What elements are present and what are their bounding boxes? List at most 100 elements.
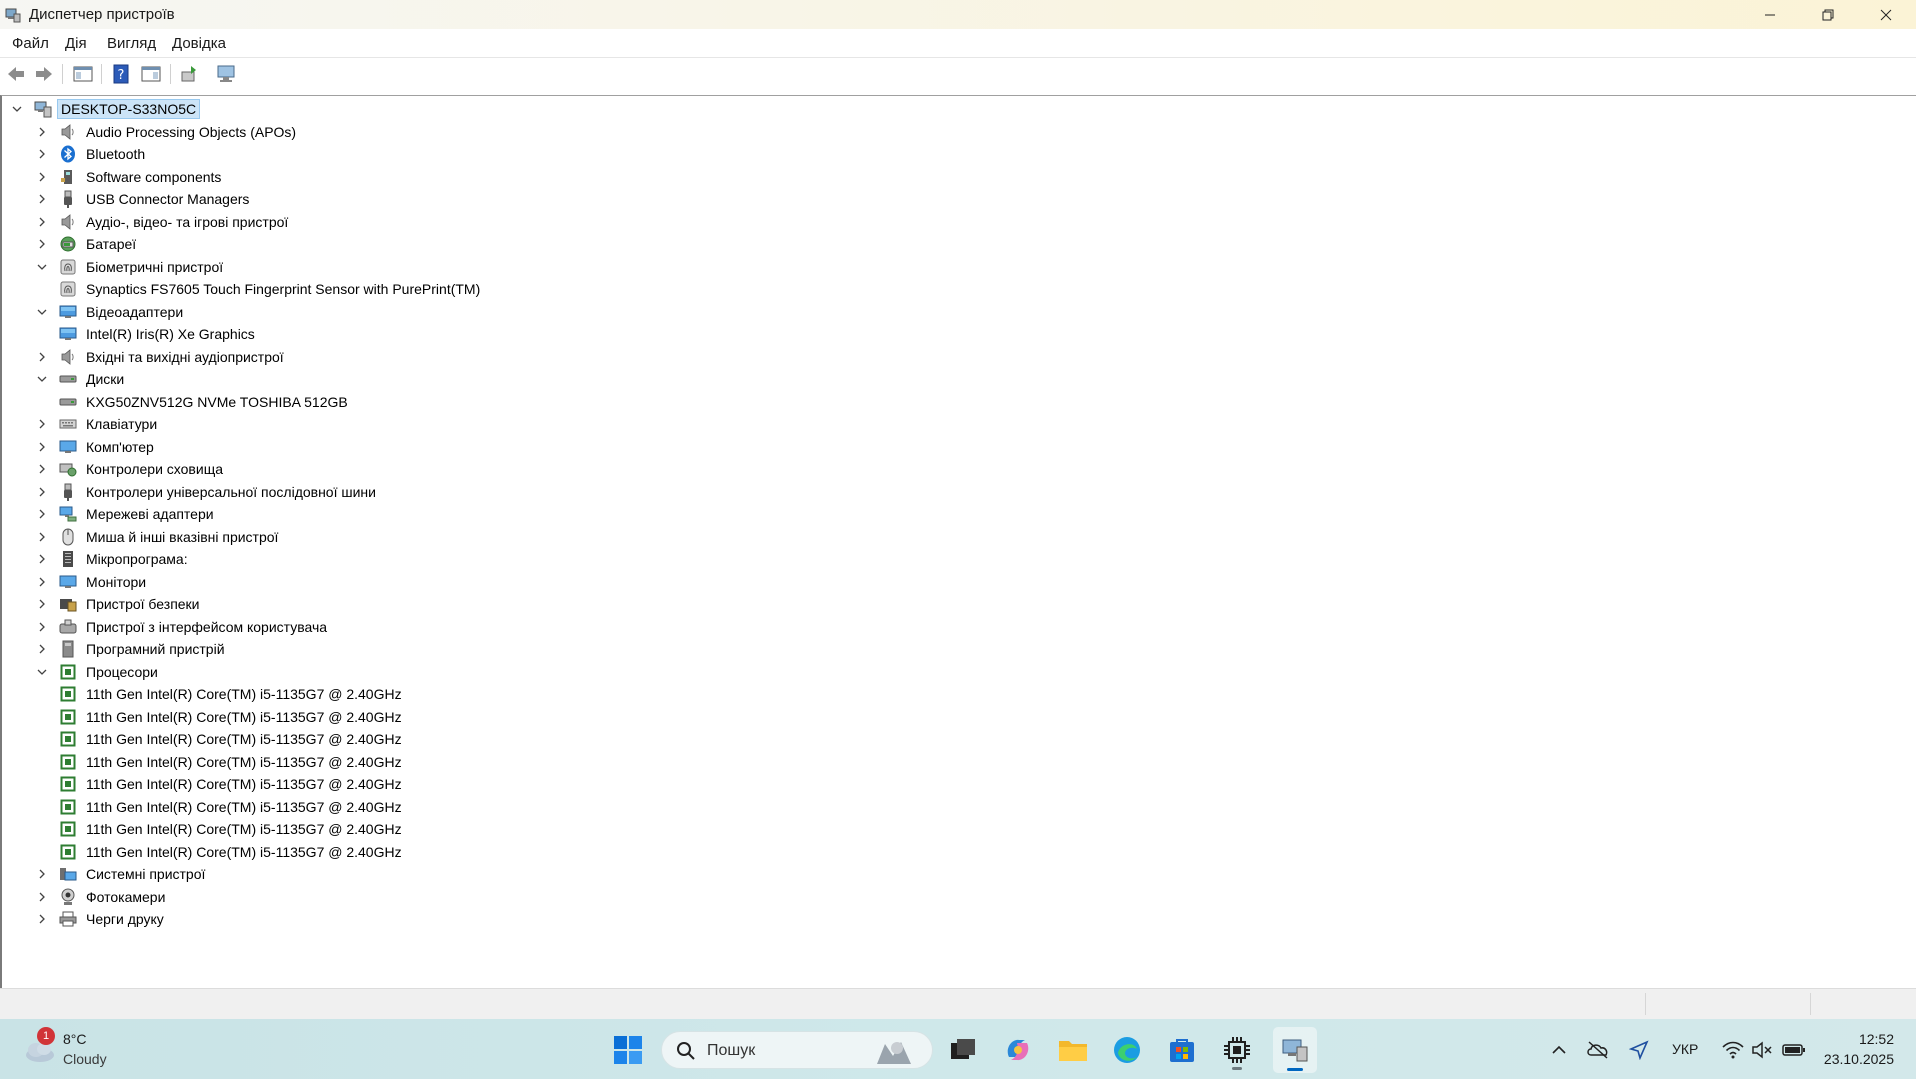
menu-help[interactable]: Довідка bbox=[172, 35, 226, 52]
chevron-right-icon[interactable] bbox=[35, 597, 49, 611]
hid-icon bbox=[59, 618, 77, 636]
volume-button[interactable] bbox=[1750, 1038, 1774, 1062]
tree-device-node[interactable]: 11th Gen Intel(R) Core(TM) i5-1135G7 @ 2… bbox=[59, 841, 405, 863]
tree-device-node[interactable]: KXG50ZNV512G NVMe TOSHIBA 512GB bbox=[59, 391, 351, 413]
copilot-icon bbox=[1007, 1039, 1029, 1061]
minimize-button[interactable] bbox=[1741, 0, 1799, 29]
taskbar-date[interactable]: 23.10.2025 bbox=[1822, 1051, 1894, 1067]
chevron-right-icon[interactable] bbox=[35, 867, 49, 881]
tree-category-node[interactable]: Bluetooth bbox=[35, 143, 148, 165]
chevron-up-icon bbox=[1552, 1045, 1566, 1054]
tree-category-node[interactable]: Вхідні та вихідні аудіопристрої bbox=[35, 346, 287, 368]
tree-device-node[interactable]: 11th Gen Intel(R) Core(TM) i5-1135G7 @ 2… bbox=[59, 818, 405, 840]
tree-category-node[interactable]: Пристрої з інтерфейсом користувача bbox=[35, 616, 330, 638]
tree-category-node[interactable]: Фотокамери bbox=[35, 886, 168, 908]
start-button[interactable] bbox=[609, 1031, 647, 1069]
tree-root-node[interactable]: DESKTOP-S33NO5C bbox=[10, 98, 201, 120]
menu-view[interactable]: Вигляд bbox=[107, 35, 156, 52]
tree-category-node[interactable]: Монітори bbox=[35, 571, 149, 593]
tree-category-node[interactable]: Пристрої безпеки bbox=[35, 593, 203, 615]
chevron-down-icon[interactable] bbox=[35, 260, 49, 274]
tree-device-node[interactable]: 11th Gen Intel(R) Core(TM) i5-1135G7 @ 2… bbox=[59, 728, 405, 750]
tree-category-node[interactable]: Контролери універсальної послідовної шин… bbox=[35, 481, 379, 503]
taskbar-clock[interactable]: 12:52 bbox=[1822, 1031, 1894, 1047]
show-hide-console-tree-button[interactable] bbox=[71, 62, 95, 86]
tree-category-node[interactable]: Батареї bbox=[35, 233, 139, 255]
action-pane-button[interactable] bbox=[139, 62, 163, 86]
tree-category-node[interactable]: Черги друку bbox=[35, 908, 167, 930]
chevron-right-icon[interactable] bbox=[35, 912, 49, 926]
tree-category-node[interactable]: Миша й інші вказівні пристрої bbox=[35, 526, 281, 548]
chevron-right-icon[interactable] bbox=[35, 485, 49, 499]
chevron-right-icon[interactable] bbox=[35, 215, 49, 229]
chevron-right-icon[interactable] bbox=[35, 642, 49, 656]
device-manager-taskbar-button[interactable] bbox=[1273, 1027, 1317, 1073]
tree-category-node[interactable]: Клавіатури bbox=[35, 413, 160, 435]
tree-category-node[interactable]: Мікропрограма: bbox=[35, 548, 191, 570]
tree-device-node[interactable]: 11th Gen Intel(R) Core(TM) i5-1135G7 @ 2… bbox=[59, 796, 405, 818]
restore-button[interactable] bbox=[1799, 0, 1857, 29]
update-driver-button[interactable] bbox=[177, 62, 201, 86]
chevron-right-icon[interactable] bbox=[35, 462, 49, 476]
tree-category-node[interactable]: Програмний пристрій bbox=[35, 638, 228, 660]
tree-category-node[interactable]: Audio Processing Objects (APOs) bbox=[35, 121, 299, 143]
help-button[interactable]: ? bbox=[109, 62, 133, 86]
tree-category-node[interactable]: Диски bbox=[35, 368, 127, 390]
chevron-down-icon[interactable] bbox=[10, 102, 24, 116]
chevron-right-icon[interactable] bbox=[35, 237, 49, 251]
menu-action[interactable]: Дія bbox=[65, 35, 87, 52]
tree-category-node[interactable]: Контролери сховища bbox=[35, 458, 226, 480]
tree-category-node[interactable]: USB Connector Managers bbox=[35, 188, 252, 210]
tree-device-node[interactable]: 11th Gen Intel(R) Core(TM) i5-1135G7 @ 2… bbox=[59, 706, 405, 728]
chevron-right-icon[interactable] bbox=[35, 350, 49, 364]
chevron-right-icon[interactable] bbox=[35, 530, 49, 544]
chevron-right-icon[interactable] bbox=[35, 125, 49, 139]
tree-category-node[interactable]: Software components bbox=[35, 166, 224, 188]
tree-device-node[interactable]: 11th Gen Intel(R) Core(TM) i5-1135G7 @ 2… bbox=[59, 773, 405, 795]
tree-device-node[interactable]: 11th Gen Intel(R) Core(TM) i5-1135G7 @ 2… bbox=[59, 683, 405, 705]
tree-device-node[interactable]: Intel(R) Iris(R) Xe Graphics bbox=[59, 323, 258, 345]
chevron-right-icon[interactable] bbox=[35, 417, 49, 431]
tree-category-node[interactable]: Процесори bbox=[35, 661, 161, 683]
tree-device-node[interactable]: 11th Gen Intel(R) Core(TM) i5-1135G7 @ 2… bbox=[59, 751, 405, 773]
tree-category-node[interactable]: Біометричні пристрої bbox=[35, 256, 226, 278]
chevron-right-icon[interactable] bbox=[35, 192, 49, 206]
taskbar-search[interactable]: Пошук bbox=[661, 1031, 933, 1069]
chevron-down-icon[interactable] bbox=[35, 305, 49, 319]
copilot-button[interactable] bbox=[999, 1031, 1037, 1069]
scan-hardware-changes-button[interactable] bbox=[215, 62, 239, 86]
show-hidden-icons-button[interactable] bbox=[1548, 1039, 1570, 1061]
forward-button[interactable] bbox=[32, 62, 56, 86]
tree-category-node[interactable]: Аудіо-, відео- та ігрові пристрої bbox=[35, 211, 291, 233]
chevron-right-icon[interactable] bbox=[35, 575, 49, 589]
system-monitor-app-button[interactable] bbox=[1218, 1031, 1256, 1070]
chevron-right-icon[interactable] bbox=[35, 507, 49, 521]
tree-category-node[interactable]: Системні пристрої bbox=[35, 863, 208, 885]
chevron-right-icon[interactable] bbox=[35, 147, 49, 161]
file-explorer-button[interactable] bbox=[1054, 1031, 1092, 1069]
microsoft-store-button[interactable] bbox=[1163, 1031, 1201, 1069]
chevron-right-icon[interactable] bbox=[35, 890, 49, 904]
tree-category-node[interactable]: Комп'ютер bbox=[35, 436, 157, 458]
weather-widget[interactable]: 1 bbox=[22, 1027, 58, 1067]
onedrive-status-button[interactable] bbox=[1585, 1038, 1611, 1062]
network-button[interactable] bbox=[1721, 1038, 1745, 1062]
back-button[interactable] bbox=[4, 62, 28, 86]
battery-status-button[interactable] bbox=[1780, 1038, 1808, 1062]
chevron-down-icon[interactable] bbox=[35, 372, 49, 386]
tree-node-label: Software components bbox=[86, 168, 222, 185]
tree-category-node[interactable]: Відеоадаптери bbox=[35, 301, 186, 323]
chevron-right-icon[interactable] bbox=[35, 170, 49, 184]
task-view-button[interactable] bbox=[944, 1031, 982, 1069]
chevron-down-icon[interactable] bbox=[35, 665, 49, 679]
edge-browser-button[interactable] bbox=[1108, 1031, 1146, 1069]
input-language-indicator[interactable]: УКР bbox=[1672, 1041, 1698, 1057]
chevron-right-icon[interactable] bbox=[35, 440, 49, 454]
tree-category-node[interactable]: Мережеві адаптери bbox=[35, 503, 217, 525]
location-in-use-button[interactable] bbox=[1627, 1038, 1651, 1062]
close-button[interactable] bbox=[1857, 0, 1915, 29]
menu-file[interactable]: Файл bbox=[12, 35, 49, 52]
tree-device-node[interactable]: Synaptics FS7605 Touch Fingerprint Senso… bbox=[59, 278, 483, 300]
chevron-right-icon[interactable] bbox=[35, 552, 49, 566]
chevron-right-icon[interactable] bbox=[35, 620, 49, 634]
